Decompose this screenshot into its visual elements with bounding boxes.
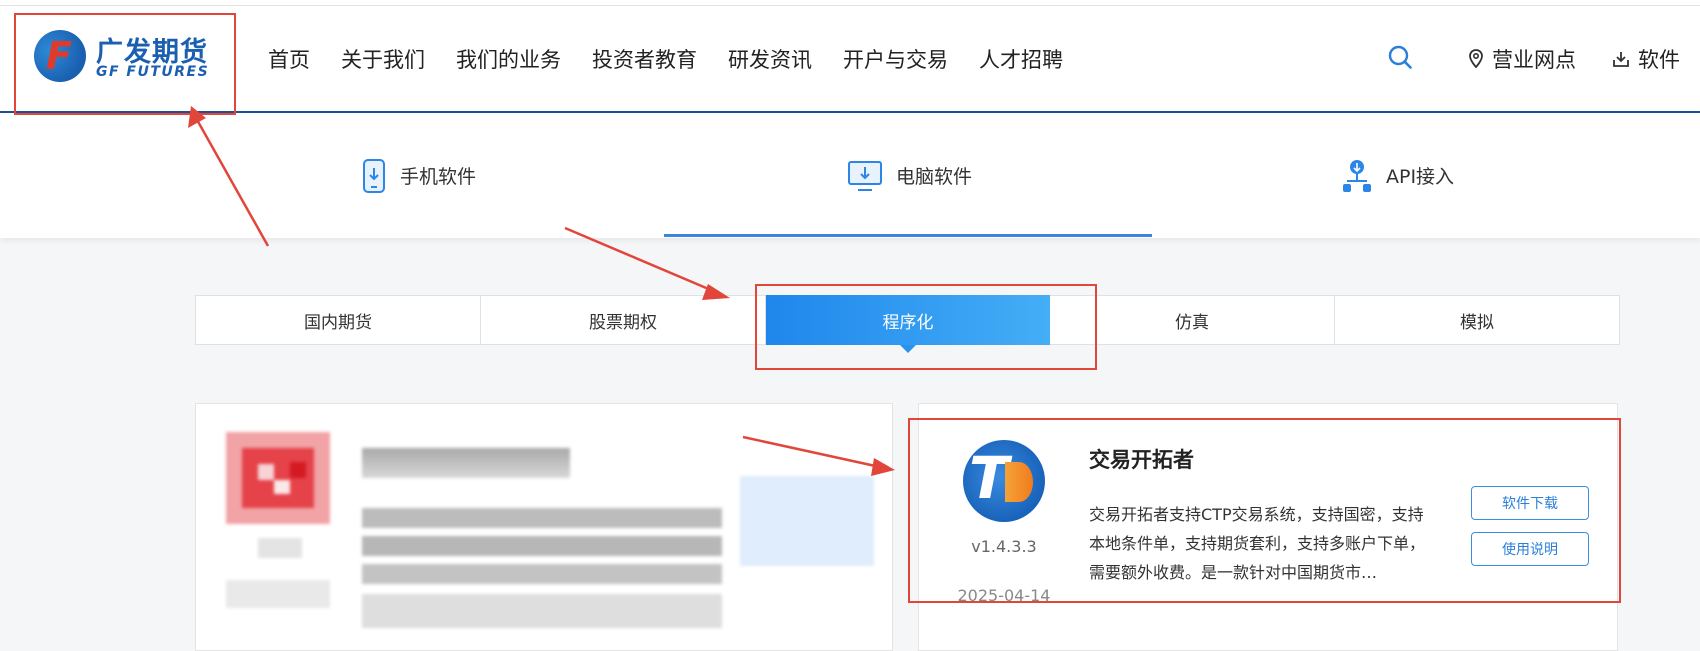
nav-item-about[interactable]: 关于我们 (341, 44, 425, 74)
obscured-app-logo (226, 432, 330, 524)
app-date: 2025-04-14 (957, 586, 1051, 605)
branches-link[interactable]: 营业网点 (1468, 44, 1576, 74)
software-card-obscured (195, 403, 893, 651)
software-card-trading-pioneer: T v1.4.3.3 2025-04-14 交易开拓者 交易开拓者支持CTP交易… (918, 403, 1618, 651)
category-tab-simulation[interactable]: 仿真 (1050, 296, 1335, 344)
desktop-download-icon (848, 160, 882, 191)
tab-desktop-software-label: 电脑软件 (896, 166, 973, 188)
category-tabs: 国内期货 股票期权 程序化 仿真 模拟 (195, 295, 1620, 353)
nav-item-careers[interactable]: 人才招聘 (979, 44, 1063, 74)
nav-item-account-trading[interactable]: 开户与交易 (843, 44, 948, 74)
nav-item-home[interactable]: 首页 (268, 44, 310, 74)
software-type-tabs: 手机软件 电脑软件 API接入 (0, 113, 1700, 238)
obscured-date (226, 580, 330, 608)
location-pin-icon (1469, 49, 1483, 69)
top-navigation-bar: F 广发期货 GF FUTURES 首页 关于我们 我们的业务 投资者教育 研发… (0, 0, 1700, 113)
nav-item-research[interactable]: 研发资讯 (728, 44, 812, 74)
obscured-version (258, 538, 302, 558)
category-tab-programmatic[interactable]: 程序化 (766, 295, 1050, 353)
category-tab-stock-options[interactable]: 股票期权 (481, 296, 766, 344)
download-icon (1613, 52, 1629, 67)
app-version: v1.4.3.3 (971, 537, 1037, 556)
obscured-buttons (740, 476, 874, 566)
search-icon[interactable] (1388, 45, 1412, 69)
software-label: 软件 (1638, 48, 1680, 72)
logo-mark-icon: F (34, 30, 86, 82)
software-download-button[interactable]: 软件下载 (1471, 486, 1589, 520)
mobile-download-icon (363, 158, 385, 193)
tab-api-access[interactable]: API接入 (1342, 113, 1454, 238)
app-description: 交易开拓者支持CTP交易系统，支持国密，支持本地条件单，支持期货套利，支持多账户… (1089, 505, 1426, 582)
top-divider (0, 5, 1700, 6)
trading-pioneer-logo-icon: T (963, 440, 1045, 522)
branches-label: 营业网点 (1492, 48, 1576, 72)
nav-item-investor-education[interactable]: 投资者教育 (592, 44, 697, 74)
nav-item-business[interactable]: 我们的业务 (456, 44, 561, 74)
tab-mobile-software-label: 手机软件 (400, 166, 477, 188)
brand-name-en: GF FUTURES (96, 64, 210, 80)
active-tab-underline (664, 234, 1152, 237)
user-manual-button[interactable]: 使用说明 (1471, 532, 1589, 566)
obscured-description-line2 (362, 536, 722, 556)
annotation-arrow-to-programmatic (564, 226, 730, 300)
api-network-icon (1343, 159, 1371, 192)
obscured-title (362, 448, 570, 478)
tab-api-access-label: API接入 (1386, 166, 1455, 188)
app-title: 交易开拓者 (1089, 448, 1194, 472)
category-tab-domestic-futures[interactable]: 国内期货 (196, 296, 481, 344)
obscured-description (362, 508, 722, 528)
tab-desktop-software[interactable]: 电脑软件 (848, 113, 972, 238)
software-link[interactable]: 软件 (1612, 44, 1680, 74)
logo-letter: F (46, 34, 72, 78)
main-nav: 首页 关于我们 我们的业务 投资者教育 研发资讯 开户与交易 人才招聘 (268, 44, 1094, 74)
category-tab-mock[interactable]: 模拟 (1335, 296, 1619, 344)
obscured-description-line3 (362, 564, 722, 584)
tab-mobile-software[interactable]: 手机软件 (362, 113, 476, 238)
gf-futures-logo[interactable]: F 广发期货 GF FUTURES (32, 28, 220, 84)
obscured-description-line4 (362, 594, 722, 628)
